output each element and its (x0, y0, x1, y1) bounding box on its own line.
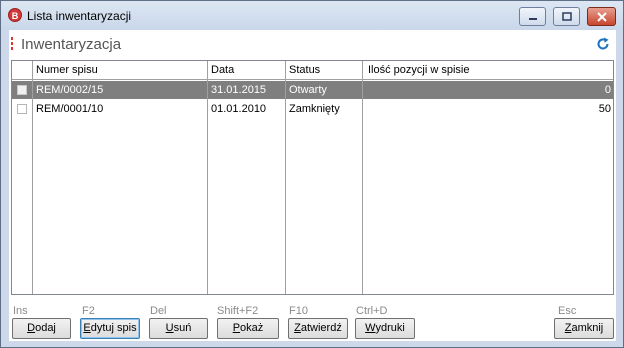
add-button-mnemonic: D (27, 322, 36, 334)
approve-button-mnemonic: Z (294, 322, 301, 334)
shortcut-label-show: Shift+F2 (217, 305, 259, 317)
shortcut-label-edit: F2 (82, 305, 95, 317)
shortcut-label-approve: F10 (289, 305, 308, 317)
show-button-mnemonic: P (232, 322, 241, 334)
add-button-label: odaj (35, 322, 56, 334)
delete-button-label: suń (173, 322, 192, 334)
cell-status: Otwarty (289, 84, 327, 96)
row-checkbox[interactable] (17, 85, 27, 95)
column-divider (207, 61, 208, 294)
column-divider (362, 61, 363, 294)
table-row[interactable]: REM/0002/15 31.01.2015 Otwarty 0 (12, 81, 613, 99)
column-header-numer[interactable]: Numer spisu (36, 64, 98, 76)
title-bar[interactable]: B Lista inwentaryzacji (1, 1, 623, 30)
cell-data: 01.01.2010 (211, 103, 267, 115)
approve-button-label: atwierdź (300, 322, 342, 334)
app-icon: B (8, 8, 22, 22)
minimize-icon (528, 18, 537, 20)
cell-status: Zamknięty (289, 103, 340, 115)
close-icon (596, 12, 607, 22)
inventory-table: Numer spisu Data Status Ilość pozycji w … (11, 60, 614, 295)
close-window-button[interactable] (587, 7, 616, 26)
shortcut-label-delete: Del (150, 305, 167, 317)
edit-button-label: dytuj spis (90, 322, 137, 334)
client-area: Inwentaryzacja Numer spisu Data Status I… (9, 30, 616, 341)
main-window: B Lista inwentaryzacji Inwentaryzacja Nu… (0, 0, 624, 348)
cell-numer: REM/0002/15 (36, 84, 104, 96)
shortcut-label-print: Ctrl+D (356, 305, 388, 317)
close-button[interactable]: Zamknij (554, 318, 614, 339)
print-button[interactable]: Wydruki (355, 318, 415, 339)
page-title: Inwentaryzacja (21, 36, 122, 53)
cell-data: 31.01.2015 (211, 84, 267, 96)
delete-button[interactable]: Usuń (149, 318, 208, 339)
shortcut-label-add: Ins (13, 305, 28, 317)
print-button-mnemonic: W (365, 322, 376, 334)
refresh-icon[interactable] (596, 37, 610, 51)
edit-button-mnemonic: E (83, 322, 91, 334)
delete-button-mnemonic: U (165, 322, 174, 334)
table-row[interactable]: REM/0001/10 01.01.2010 Zamknięty 50 (12, 100, 613, 118)
row-checkbox[interactable] (17, 104, 27, 114)
cell-ilosc: 50 (598, 103, 611, 115)
column-divider (32, 61, 33, 294)
column-header-data[interactable]: Data (211, 64, 234, 76)
show-button-label: okaż (240, 322, 264, 334)
shortcut-label-close: Esc (558, 305, 577, 317)
table-header: Numer spisu Data Status Ilość pozycji w … (12, 61, 613, 80)
add-button[interactable]: Dodaj (12, 318, 71, 339)
window-title: Lista inwentaryzacji (27, 9, 132, 23)
print-button-label: ydruki (375, 322, 405, 334)
maximize-button[interactable] (553, 7, 580, 26)
cell-numer: REM/0001/10 (36, 103, 104, 115)
header-accent-icon (11, 37, 14, 52)
maximize-icon (561, 12, 572, 21)
approve-button[interactable]: Zatwierdź (288, 318, 348, 339)
edit-button[interactable]: Edytuj spis (80, 318, 140, 339)
column-header-ilosc[interactable]: Ilość pozycji w spisie (368, 64, 469, 76)
close-button-label: amknij (571, 322, 604, 334)
cell-ilosc: 0 (604, 84, 611, 96)
column-header-status[interactable]: Status (289, 64, 320, 76)
minimize-button[interactable] (519, 7, 546, 26)
column-divider (285, 61, 286, 294)
show-button[interactable]: Pokaż (217, 318, 279, 339)
